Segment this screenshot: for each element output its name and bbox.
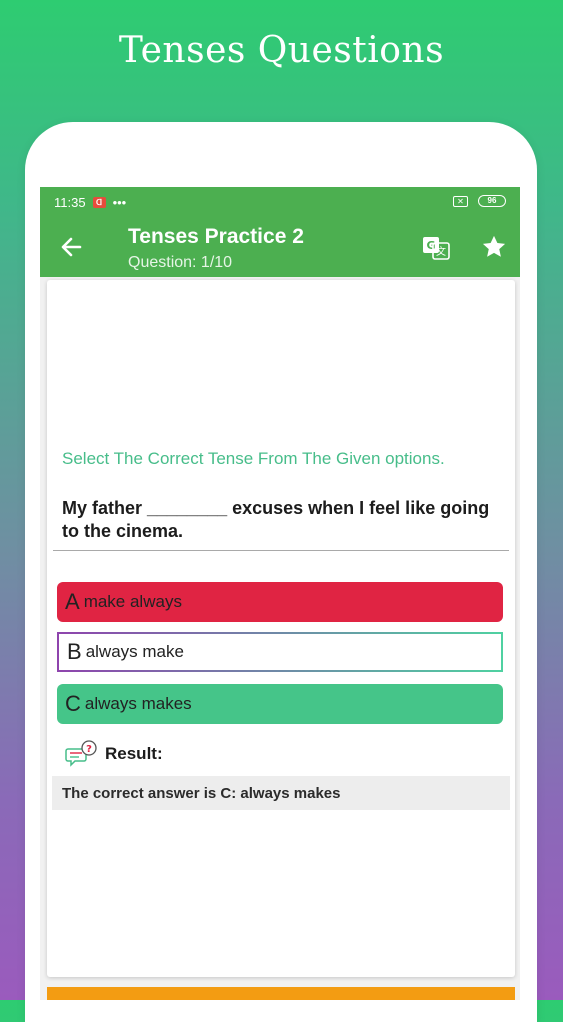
status-time: 11:35 (54, 195, 86, 210)
bottom-accent-bar (47, 987, 515, 1000)
question-counter: Question: 1/10 (128, 254, 233, 271)
svg-text:文: 文 (436, 245, 446, 258)
translate-button[interactable]: G 文 (422, 236, 450, 260)
question-text: My father ________ excuses when I feel l… (62, 498, 490, 541)
app-bar: 11:35 ᗡ ••• ✕ 96 Tenses Practice 2 Quest… (40, 187, 520, 277)
notification-icon: ᗡ (92, 197, 106, 208)
option-letter: C (65, 691, 81, 716)
answer-box: The correct answer is C: always makes (52, 776, 510, 810)
svg-text:?: ? (86, 744, 92, 755)
option-a-button[interactable]: A make always (57, 582, 503, 622)
result-header: ? Result: (65, 740, 163, 768)
option-text: make always (83, 592, 182, 611)
favorite-button[interactable] (480, 233, 508, 261)
chat-question-icon: ? (65, 740, 97, 767)
option-text: always makes (84, 694, 192, 713)
page-title: Tenses Practice 2 (128, 225, 304, 248)
status-bar: 11:35 ᗡ ••• (54, 195, 126, 210)
answer-text: The correct answer is C: always makes (62, 784, 341, 802)
svg-text:G: G (426, 239, 435, 252)
option-c-button[interactable]: C always makes (57, 684, 503, 724)
arrow-left-icon (61, 237, 82, 257)
star-icon (482, 235, 506, 257)
result-label: Result: (105, 744, 163, 763)
translate-icon: G 文 (423, 237, 450, 260)
option-b-button[interactable]: B always make (57, 632, 503, 672)
battery-icon: 96 (478, 195, 506, 207)
instruction-text: Select The Correct Tense From The Given … (62, 449, 445, 468)
option-letter: A (65, 589, 80, 614)
question-card: Select The Correct Tense From The Given … (47, 280, 515, 1000)
back-button[interactable] (58, 233, 86, 261)
option-letter: B (67, 639, 82, 664)
divider (53, 550, 509, 551)
status-right: ✕ 96 (453, 195, 506, 207)
sim-off-icon: ✕ (453, 195, 468, 207)
promo-title: Tenses Questions (118, 30, 445, 71)
option-text: always make (85, 642, 184, 661)
app-screen: 11:35 ᗡ ••• ✕ 96 Tenses Practice 2 Quest… (40, 187, 520, 1000)
status-more: ••• (112, 195, 127, 210)
